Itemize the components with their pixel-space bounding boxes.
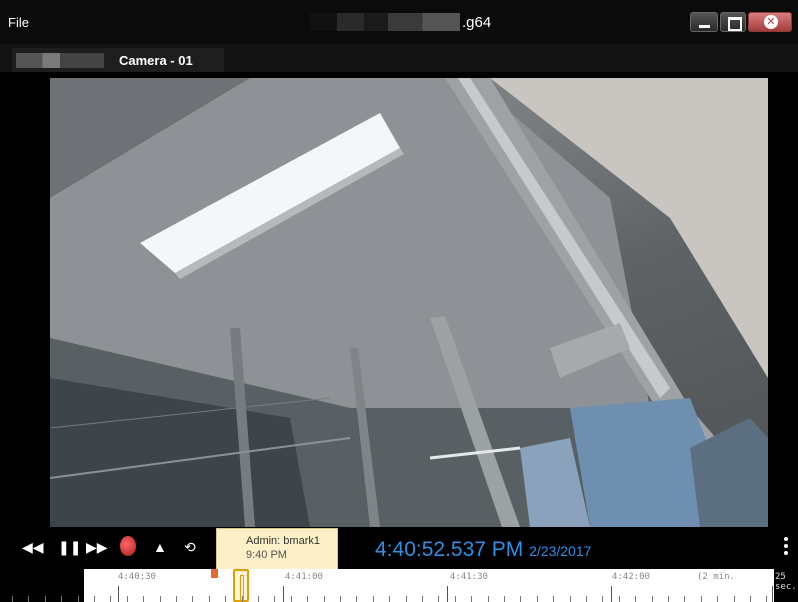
playhead-marker[interactable] [233, 569, 249, 602]
timeline-minor-tick [324, 596, 325, 602]
timeline-minor-tick [455, 596, 456, 602]
tooltip-time: 9:40 PM [246, 549, 287, 561]
pause-icon[interactable]: ❚❚ [58, 539, 81, 556]
camera-tab-bar: Camera - 01 [0, 44, 798, 72]
turtle-icon[interactable]: ▲ [153, 539, 167, 555]
timeline-minor-tick [12, 596, 13, 602]
timeline-minor-tick [192, 596, 193, 602]
timeline-minor-tick [684, 596, 685, 602]
timeline-minor-tick [340, 596, 341, 602]
timeline-minor-tick [602, 596, 603, 602]
timeline-minor-tick [406, 596, 407, 602]
timeline-minor-tick [717, 596, 718, 602]
timeline-minor-tick [291, 596, 292, 602]
video-frame[interactable] [50, 78, 768, 527]
timeline-minor-tick [734, 596, 735, 602]
tooltip-user: Admin: bmark1 [246, 535, 320, 547]
timeline-minor-tick [94, 596, 95, 602]
tab-camera-01[interactable]: Camera - 01 [12, 48, 224, 72]
timeline-minor-tick [553, 596, 554, 602]
more-options-icon[interactable] [783, 537, 789, 557]
timeline-minor-tick [635, 596, 636, 602]
timeline-minor-tick [668, 596, 669, 602]
timeline-track[interactable] [84, 569, 774, 602]
timeline-minor-tick [471, 596, 472, 602]
time-value: 4:40:52.537 PM [375, 538, 524, 561]
timeline-minor-tick [488, 596, 489, 602]
camera-image [50, 78, 768, 527]
timeline-minor-tick [258, 596, 259, 602]
timeline-minor-tick [274, 596, 275, 602]
minimize-button[interactable] [690, 12, 718, 32]
redacted-filename [310, 13, 460, 31]
timeline-minor-tick [537, 596, 538, 602]
timeline-minor-tick [652, 596, 653, 602]
close-button[interactable]: ✕ [748, 12, 792, 32]
timeline-zoom-label[interactable]: 25 sec. [775, 572, 798, 592]
redacted-site-name [16, 53, 104, 68]
timeline-minor-tick [78, 596, 79, 602]
fast-rewind-icon[interactable]: ◀◀ [22, 539, 44, 556]
timeline-major-tick [611, 586, 612, 602]
speed-dial-icon[interactable] [120, 536, 136, 556]
timeline-minor-tick [619, 596, 620, 602]
timeline-minor-tick [61, 596, 62, 602]
maximize-button[interactable] [720, 12, 746, 32]
timeline-major-tick [447, 586, 448, 602]
timeline-minor-tick [389, 596, 390, 602]
timeline-range-label: (2 min. [697, 572, 735, 582]
timeline-gap [34, 569, 84, 602]
timeline-minor-tick [225, 596, 226, 602]
timeline-major-tick [283, 586, 284, 602]
fast-forward-icon[interactable]: ▶▶ [86, 539, 108, 556]
close-icon: ✕ [764, 15, 778, 29]
timeline-minor-tick [28, 596, 29, 602]
timeline-minor-tick [45, 596, 46, 602]
timeline-minor-tick [307, 596, 308, 602]
timeline-minor-tick [504, 596, 505, 602]
timeline-minor-tick [750, 596, 751, 602]
timeline[interactable]: 4:40:30 4:41:00 4:41:30 4:42:00 (2 min. … [0, 569, 798, 602]
timeline-label: 4:41:00 [285, 572, 323, 582]
timeline-minor-tick [209, 596, 210, 602]
tab-label: Camera - 01 [119, 53, 193, 68]
timeline-minor-tick [570, 596, 571, 602]
timeline-minor-tick [438, 596, 439, 602]
playback-time: 4:40:52.537 PM 2/23/2017 [375, 538, 591, 562]
video-panel [0, 72, 798, 527]
timeline-minor-tick [373, 596, 374, 602]
timeline-label: 4:42:00 [612, 572, 650, 582]
timeline-minor-tick [160, 596, 161, 602]
timeline-minor-tick [176, 596, 177, 602]
date-value: 2/23/2017 [529, 543, 592, 559]
timeline-major-tick [772, 586, 773, 602]
file-menu[interactable]: File [8, 15, 29, 30]
bookmark-tooltip: Admin: bmark1 9:40 PM [216, 528, 338, 570]
timeline-minor-tick [586, 596, 587, 602]
timeline-minor-tick [127, 596, 128, 602]
timeline-minor-tick [110, 596, 111, 602]
title-bar: File .g64 ✕ [0, 0, 798, 44]
timeline-minor-tick [422, 596, 423, 602]
loop-icon[interactable]: ⟲ [184, 539, 196, 556]
playback-controls: ◀◀ ❚❚ ▶▶ ▲ ⟲ 4:40:52.537 PM 2/23/2017 [0, 527, 798, 569]
timeline-major-tick [118, 586, 119, 602]
timeline-minor-tick [520, 596, 521, 602]
timeline-label: 4:40:30 [118, 572, 156, 582]
timeline-minor-tick [766, 596, 767, 602]
timeline-minor-tick [143, 596, 144, 602]
timeline-minor-tick [242, 596, 243, 602]
bookmark-marker[interactable] [211, 569, 218, 578]
timeline-minor-tick [356, 596, 357, 602]
timeline-label: 4:41:30 [450, 572, 488, 582]
window-title: .g64 [462, 14, 492, 31]
timeline-minor-tick [701, 596, 702, 602]
